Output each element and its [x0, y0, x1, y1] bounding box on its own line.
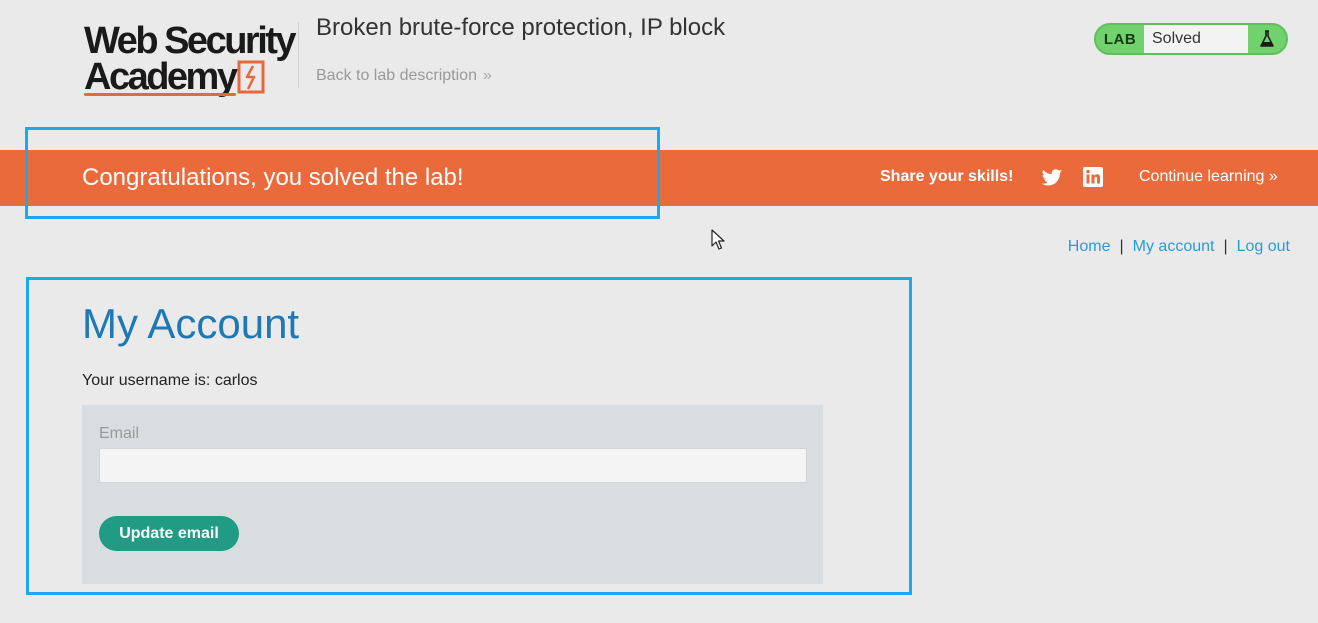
double-chevron-right-icon: » [482, 67, 492, 84]
lab-title: Broken brute-force protection, IP block [316, 14, 726, 41]
logo-underline [84, 93, 236, 96]
nav-separator: | [1223, 238, 1228, 255]
lab-status-text: Solved [1144, 25, 1248, 53]
page: Web Security Academy Broken brute-force … [0, 0, 1318, 623]
nav-separator: | [1119, 238, 1124, 255]
logo-line-2: Academy [84, 56, 238, 98]
email-field[interactable] [99, 448, 807, 483]
continue-learning-label: Continue learning [1139, 168, 1265, 185]
username-text: Your username is: carlos [82, 372, 258, 389]
nav-my-account-link[interactable]: My account [1133, 238, 1215, 255]
double-chevron-right-icon: » [1268, 168, 1278, 185]
update-email-button[interactable]: Update email [99, 516, 239, 551]
flask-icon-wrap [1248, 30, 1286, 48]
email-label: Email [99, 425, 140, 442]
account-nav: Home | My account | Log out [1068, 238, 1290, 256]
web-security-academy-logo[interactable]: Web Security Academy [84, 20, 298, 100]
mouse-cursor-icon [711, 229, 725, 250]
page-title: My Account [82, 300, 300, 347]
back-link-label: Back to lab description [316, 67, 477, 84]
linkedin-icon[interactable] [1083, 167, 1103, 187]
nav-log-out-link[interactable]: Log out [1237, 238, 1290, 255]
continue-learning-link[interactable]: Continue learning » [1139, 168, 1278, 186]
share-skills-label: Share your skills! [880, 168, 1014, 185]
academy-logo-mark-icon [237, 60, 265, 94]
lab-status-badge: LAB Solved [1094, 23, 1288, 55]
lab-tag: LAB [1103, 30, 1137, 48]
back-to-lab-description-link[interactable]: Back to lab description » [316, 67, 492, 85]
twitter-icon[interactable] [1041, 167, 1063, 189]
change-email-form: Email Update email [82, 405, 823, 584]
logo-line-1: Web Security [84, 20, 297, 62]
header-divider [298, 22, 299, 88]
flask-icon [1260, 30, 1274, 47]
nav-home-link[interactable]: Home [1068, 238, 1111, 255]
congratulations-message: Congratulations, you solved the lab! [82, 164, 464, 191]
lab-solved-banner: Congratulations, you solved the lab! Sha… [0, 150, 1318, 206]
